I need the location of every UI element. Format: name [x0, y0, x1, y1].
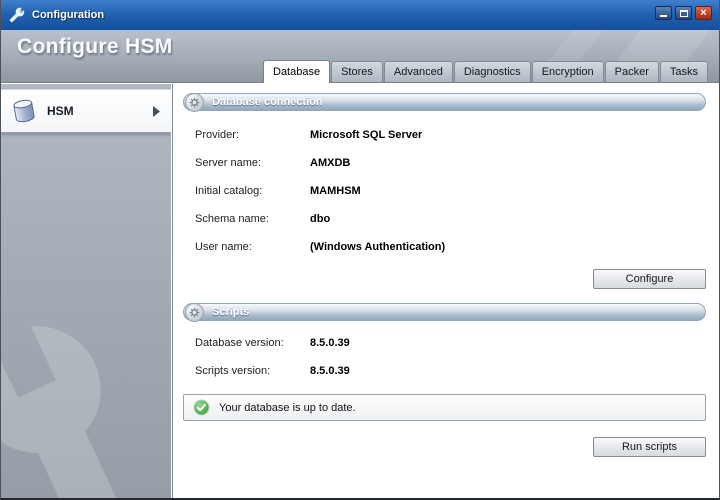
gear-icon	[185, 93, 204, 112]
chevron-right-icon	[152, 105, 161, 118]
tab-stores[interactable]: Stores	[331, 61, 383, 82]
tab-strip: Database Stores Advanced Diagnostics Enc…	[263, 60, 708, 82]
sidebar-item-label: HSM	[47, 104, 74, 118]
header-banner: Configure HSM Database Stores Advanced D…	[1, 30, 719, 83]
field-value: AMXDB	[310, 157, 350, 169]
field-value: 8.5.0.39	[310, 365, 350, 377]
tools-icon	[8, 6, 26, 24]
field-label: Scripts version:	[195, 365, 310, 377]
configuration-window: Configuration × Configure HSM Database S…	[0, 0, 720, 500]
maximize-button[interactable]	[675, 6, 692, 20]
field-user-name: User name: (Windows Authentication)	[195, 233, 706, 261]
field-provider: Provider: Microsoft SQL Server	[195, 121, 706, 149]
configure-button[interactable]: Configure	[593, 269, 706, 289]
gear-icon	[185, 303, 204, 322]
tab-database[interactable]: Database	[263, 60, 330, 83]
minimize-icon	[660, 15, 667, 17]
field-server-name: Server name: AMXDB	[195, 149, 706, 177]
status-message: Your database is up to date.	[183, 394, 706, 421]
check-circle-icon	[193, 399, 210, 416]
section-database-connection: Database connection	[183, 93, 706, 111]
field-value: 8.5.0.39	[310, 337, 350, 349]
content-panel: Database connection Provider: Microsoft …	[172, 84, 719, 498]
field-value: Microsoft SQL Server	[310, 129, 422, 141]
field-scripts-version: Scripts version: 8.5.0.39	[195, 357, 706, 385]
close-button[interactable]: ×	[695, 6, 712, 20]
section-title: Scripts	[212, 306, 249, 318]
minimize-button[interactable]	[655, 6, 672, 20]
field-label: User name:	[195, 241, 310, 253]
tab-encryption[interactable]: Encryption	[532, 61, 604, 82]
sidebar-item-hsm[interactable]: HSM	[1, 89, 171, 133]
status-text: Your database is up to date.	[219, 402, 356, 414]
page-title: Configure HSM	[17, 35, 173, 59]
close-icon: ×	[700, 8, 706, 19]
field-initial-catalog: Initial catalog: MAMHSM	[195, 177, 706, 205]
database-icon	[11, 96, 37, 126]
field-value: MAMHSM	[310, 185, 361, 197]
maximize-icon	[680, 10, 688, 17]
field-label: Server name:	[195, 157, 310, 169]
field-label: Database version:	[195, 337, 310, 349]
tab-packer[interactable]: Packer	[605, 61, 659, 82]
field-label: Initial catalog:	[195, 185, 310, 197]
run-scripts-button[interactable]: Run scripts	[593, 437, 706, 457]
tab-tasks[interactable]: Tasks	[660, 61, 708, 82]
field-schema-name: Schema name: dbo	[195, 205, 706, 233]
window-title: Configuration	[32, 9, 104, 21]
field-value: dbo	[310, 213, 330, 225]
tab-diagnostics[interactable]: Diagnostics	[454, 61, 531, 82]
field-label: Schema name:	[195, 213, 310, 225]
section-title: Database connection	[212, 96, 323, 108]
section-scripts: Scripts	[183, 303, 706, 321]
sidebar: HSM	[1, 84, 171, 498]
scripts-fields: Database version: 8.5.0.39 Scripts versi…	[183, 329, 706, 385]
wrench-watermark-icon	[1, 295, 171, 498]
titlebar: Configuration ×	[1, 0, 719, 30]
field-value: (Windows Authentication)	[310, 241, 445, 253]
field-label: Provider:	[195, 129, 310, 141]
field-database-version: Database version: 8.5.0.39	[195, 329, 706, 357]
tab-advanced[interactable]: Advanced	[384, 61, 453, 82]
window-controls: ×	[655, 6, 712, 20]
database-fields: Provider: Microsoft SQL Server Server na…	[183, 121, 706, 261]
